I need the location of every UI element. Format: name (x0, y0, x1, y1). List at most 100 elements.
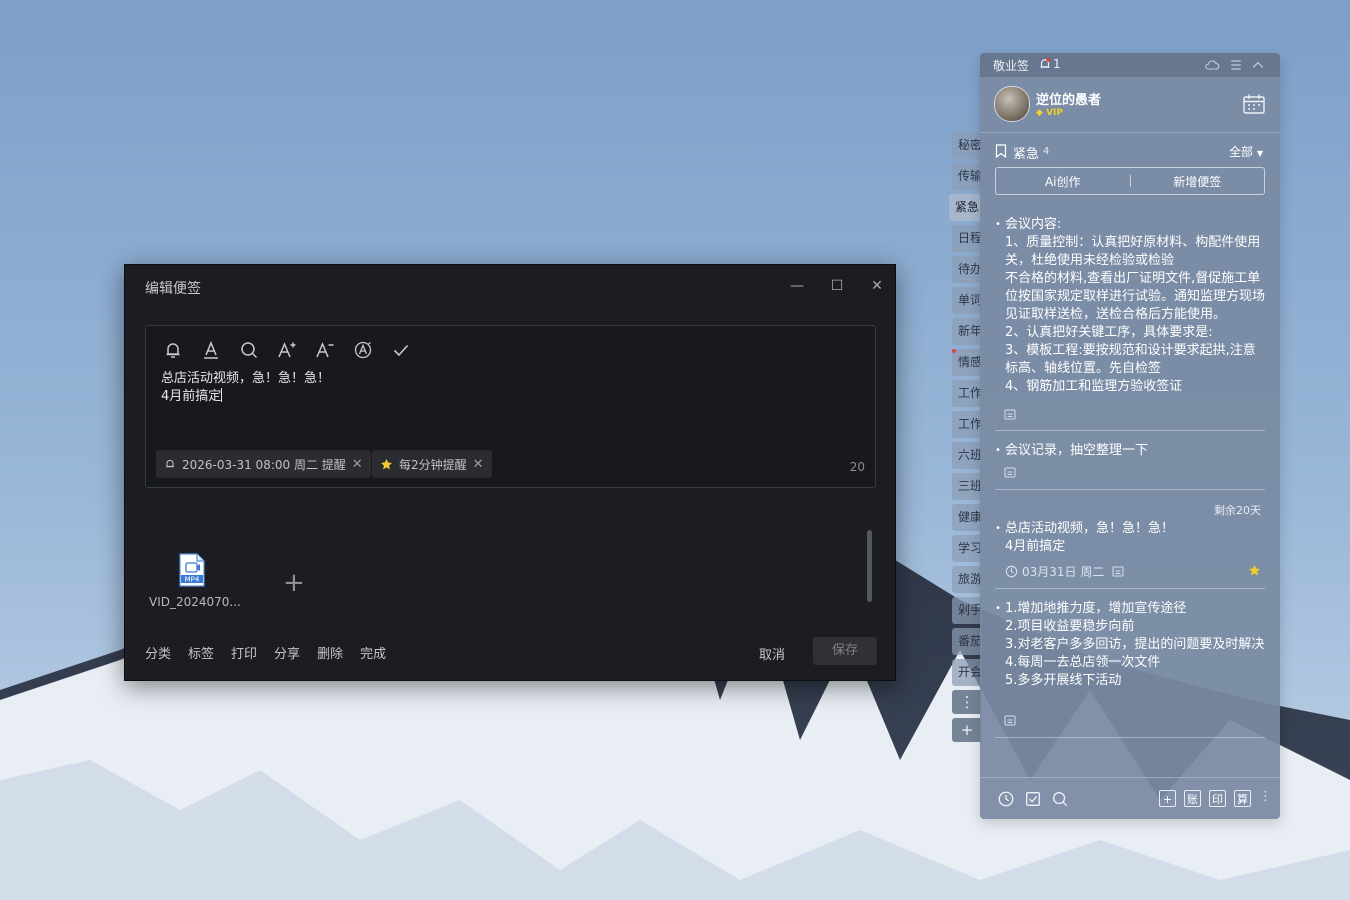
search-icon (241, 342, 258, 359)
notification-bell-icon[interactable] (1038, 57, 1052, 71)
tab-15[interactable]: 剁手 (952, 597, 982, 624)
cancel-button[interactable]: 取消 (759, 644, 785, 663)
reminder-button[interactable] (160, 338, 186, 362)
category-tabs: 秘密 传输 紧急 日程 待办 单词 新年 情感 工作 工作 六班 三班 健康 学… (949, 132, 982, 746)
username[interactable]: 逆位的愚者 (1036, 89, 1101, 108)
ai-create-button[interactable]: Ai创作 (996, 173, 1130, 190)
font-decrease-icon (316, 342, 334, 358)
lock-icon (1004, 409, 1016, 420)
note-bullet: • (995, 603, 1001, 614)
menu-icon[interactable] (1228, 57, 1244, 73)
tab-9[interactable]: 工作 (952, 411, 982, 438)
font-decrease-button[interactable] (312, 338, 338, 362)
tab-3[interactable]: 日程 (952, 225, 982, 252)
note-editor[interactable]: 总店活动视频，急！急！急！ 4月前搞定 2026-03-31 08:00 周二 … (145, 325, 876, 488)
note-item[interactable]: • 会议内容: 1、质量控制：认真把好原材料、构配件使用关，杜绝使用未经检验或检… (995, 216, 1265, 401)
tab-2[interactable]: 紧急 (949, 194, 982, 221)
category-button[interactable]: 分类 (145, 643, 171, 662)
print-button[interactable]: 打印 (231, 643, 257, 662)
minimize-button[interactable]: — (785, 275, 809, 297)
attachment-item[interactable]: MP4 VID_2024070... (149, 553, 241, 609)
calculator-button[interactable]: 算 (1234, 790, 1251, 807)
bookmark-icon (995, 144, 1007, 158)
dialog-footer-actions: 分类 标签 打印 分享 删除 完成 (145, 643, 386, 662)
note-line-2: 4月前搞定 (161, 389, 222, 404)
tab-5[interactable]: 单词 (952, 287, 982, 314)
note-reminder-date: 03月31日 周二 (1005, 563, 1124, 580)
confirm-button[interactable] (388, 338, 414, 362)
new-note-button[interactable]: 新增便签 (1131, 173, 1265, 190)
vip-badge: ◆ VIP (1036, 108, 1063, 118)
tab-16[interactable]: 番茄 (952, 628, 982, 655)
reminder-date-text: 03月31日 周二 (1022, 565, 1105, 579)
maximize-button[interactable]: ☐ (825, 275, 849, 297)
ledger-button[interactable]: 账 (1184, 790, 1201, 807)
note-text: 会议记录，抽空整理一下 (1005, 443, 1149, 458)
add-attachment-button[interactable]: + (283, 570, 305, 596)
clock-icon (1005, 565, 1018, 578)
lock-icon (1004, 467, 1016, 478)
sticky-notes-panel: 敬业签 1 逆位的愚者 ◆ VIP 紧急 4 全部 ▼ Ai创作 新增便签 • … (980, 53, 1280, 819)
tags-button[interactable]: 标签 (188, 643, 214, 662)
repeat-tag-label: 每2分钟提醒 (399, 457, 467, 472)
note-item[interactable]: • 会议记录，抽空整理一下 (995, 442, 1265, 460)
todo-checkbox-icon[interactable] (1024, 790, 1042, 808)
more-icon[interactable]: ⋮ (1259, 789, 1272, 804)
chevron-down-icon: ▼ (1256, 149, 1263, 158)
panel-bottom-bar: + 账 印 算 ⋮ (980, 777, 1280, 819)
tab-4[interactable]: 待办 (952, 256, 982, 283)
tab-12[interactable]: 健康 (952, 504, 982, 531)
search-icon[interactable] (1051, 790, 1069, 808)
clock-icon[interactable] (997, 790, 1015, 808)
remove-reminder-icon[interactable]: ✕ (352, 457, 363, 472)
tab-0[interactable]: 秘密 (952, 132, 982, 159)
tab-1[interactable]: 传输 (952, 163, 982, 190)
tab-14[interactable]: 旅游 (952, 566, 982, 593)
note-bullet: • (995, 219, 1001, 230)
lock-icon (1004, 715, 1016, 726)
tab-17[interactable]: 开会 (952, 659, 982, 686)
font-increase-button[interactable] (274, 338, 300, 362)
edit-note-dialog: 编辑便签 — ☐ ✕ 总店活动视频，急！急！急！ 4月前搞定 2026-03-3… (124, 264, 896, 681)
note-divider (995, 489, 1265, 490)
category-count: 4 (1043, 146, 1050, 157)
tab-8[interactable]: 工作 (952, 380, 982, 407)
note-text: 会议内容: 1、质量控制：认真把好原材料、构配件使用关，杜绝使用未经检验或检验 … (1005, 217, 1265, 394)
tabs-more-button[interactable]: ⋮ (952, 690, 982, 714)
calendar-icon[interactable] (1242, 93, 1266, 115)
reminder-tag[interactable]: 2026-03-31 08:00 周二 提醒 ✕ (156, 450, 371, 478)
user-avatar[interactable] (994, 86, 1030, 122)
category-name: 紧急 (1013, 147, 1040, 162)
search-button[interactable] (236, 338, 262, 362)
attachment-scrollbar[interactable] (867, 530, 872, 602)
share-button[interactable]: 分享 (274, 643, 300, 662)
text-color-button[interactable] (198, 338, 224, 362)
collapse-icon[interactable] (1250, 57, 1266, 73)
done-button[interactable]: 完成 (360, 643, 386, 662)
note-item[interactable]: • 总店活动视频，急！急！急！ 4月前搞定 (995, 520, 1265, 556)
cloud-sync-icon[interactable] (1204, 57, 1220, 73)
tab-10[interactable]: 六班 (952, 442, 982, 469)
save-button[interactable]: 保存 (813, 637, 877, 665)
tab-11[interactable]: 三班 (952, 473, 982, 500)
note-item[interactable]: • 1.增加地推力度，增加宣传途径 2.项目收益要稳步向前 3.对老客户多多回访… (995, 600, 1265, 690)
editor-toolbar (160, 338, 414, 362)
clear-format-button[interactable] (350, 338, 376, 362)
add-tab-button[interactable]: + (952, 718, 982, 742)
font-increase-icon (278, 342, 296, 358)
tab-7[interactable]: 情感 (952, 349, 982, 376)
repeat-reminder-tag[interactable]: 每2分钟提醒 ✕ (372, 450, 492, 478)
remove-repeat-icon[interactable]: ✕ (473, 457, 484, 472)
tab-6[interactable]: 新年 (952, 318, 982, 345)
add-note-button[interactable]: + (1159, 790, 1176, 807)
delete-button[interactable]: 删除 (317, 643, 343, 662)
lock-icon (1112, 566, 1124, 577)
star-icon[interactable] (1248, 564, 1261, 577)
unread-dot (952, 349, 956, 353)
print-button[interactable]: 印 (1209, 790, 1226, 807)
tab-13[interactable]: 学习 (952, 535, 982, 562)
filter-label: 全部 (1229, 145, 1254, 159)
note-text-area[interactable]: 总店活动视频，急！急！急！ 4月前搞定 (161, 370, 330, 406)
filter-dropdown[interactable]: 全部 ▼ (1229, 143, 1263, 160)
close-button[interactable]: ✕ (865, 275, 889, 297)
